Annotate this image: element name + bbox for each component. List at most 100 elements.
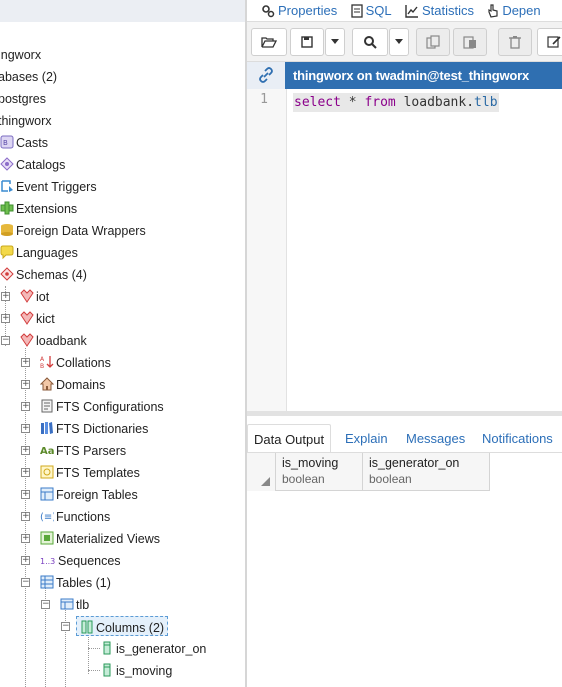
tree-node-schemas[interactable]: Schemas (4)	[0, 264, 87, 284]
save-button[interactable]	[290, 28, 324, 56]
expand-materialized-views-toggle[interactable]: +	[21, 534, 30, 543]
delete-button[interactable]	[498, 28, 532, 56]
tree-node-foreign-tables[interactable]: Foreign Tables	[40, 484, 138, 504]
tree-node-tables[interactable]: Tables (1)	[40, 572, 111, 592]
pencil-icon	[547, 36, 561, 48]
data-output-grid: is_moving boolean is_generator_on boolea…	[247, 453, 562, 687]
collapse-columns-toggle[interactable]: −	[61, 622, 70, 631]
tree-node-schema-kict[interactable]: kict	[20, 308, 55, 328]
tree-node-foreign-data-wrappers[interactable]: Foreign Data Wrappers	[0, 220, 146, 240]
link-icon	[259, 67, 273, 83]
grid-column-header[interactable]: is_generator_on boolean	[363, 453, 490, 491]
domain-icon	[39, 376, 55, 391]
tab-sql[interactable]: SQL	[346, 0, 397, 21]
tree-node-columns[interactable]: Columns (2)	[76, 616, 169, 636]
expand-fts-dictionaries-toggle[interactable]: +	[21, 424, 30, 433]
tab-explain[interactable]: Explain	[339, 424, 394, 452]
tree-node-postgres[interactable]: postgres	[0, 88, 46, 108]
tree-node-schema-iot[interactable]: iot	[20, 286, 49, 306]
svg-text:(≡): (≡)	[40, 512, 54, 523]
tab-notifications[interactable]: Notifications	[476, 424, 559, 452]
collapse-tables-toggle[interactable]: −	[21, 578, 30, 587]
caret-down-icon	[395, 39, 403, 44]
paste-button[interactable]	[453, 28, 487, 56]
tree-node-casts[interactable]: B Casts	[0, 132, 48, 152]
trash-icon	[509, 36, 521, 49]
tab-dependencies[interactable]: Depen	[482, 0, 545, 21]
tree-node-materialized-views[interactable]: Materialized Views	[40, 528, 160, 548]
expand-fts-configurations-toggle[interactable]: +	[21, 402, 30, 411]
tables-icon	[40, 575, 54, 589]
expand-fts-templates-toggle[interactable]: +	[21, 468, 30, 477]
sql-editor[interactable]: 1 select * from loadbank.tlb	[247, 89, 562, 411]
collation-icon: AB	[40, 355, 54, 370]
grid-corner[interactable]	[247, 453, 276, 491]
open-file-button[interactable]	[251, 28, 287, 56]
grid-column-header[interactable]: is_moving boolean	[276, 453, 363, 491]
expand-foreign-tables-toggle[interactable]: +	[21, 490, 30, 499]
tree-node-functions[interactable]: (≡)Functions	[40, 506, 110, 526]
floppy-disk-icon	[301, 36, 313, 48]
tree-node-column-is-moving[interactable]: is_moving	[100, 660, 172, 680]
expand-domains-toggle[interactable]: +	[21, 380, 30, 389]
expand-sequences-toggle[interactable]: +	[21, 556, 30, 565]
tab-messages[interactable]: Messages	[400, 424, 471, 452]
tree-header-bar	[0, 0, 245, 22]
connection-status-button[interactable]	[247, 62, 285, 89]
edit-button[interactable]	[537, 28, 562, 56]
tree-node-column-is-generator-on[interactable]: is_generator_on	[100, 638, 206, 658]
tree-node-thingworx[interactable]: thingworx	[0, 110, 52, 130]
tree-node-event-triggers[interactable]: Event Triggers	[0, 176, 97, 196]
find-button[interactable]	[352, 28, 388, 56]
tab-properties[interactable]: Properties	[256, 0, 342, 21]
fts-parser-icon: Aa	[40, 443, 55, 457]
tree-node-fts-templates[interactable]: FTS Templates	[40, 462, 140, 482]
tree-node-table-tlb[interactable]: tlb	[60, 594, 89, 614]
object-browser-tree: ingworx abases (2) postgres thingworx BC…	[0, 0, 245, 687]
schema-icon	[20, 310, 34, 325]
tree-node-schema-loadbank[interactable]: loadbank	[20, 330, 87, 350]
expand-fts-parsers-toggle[interactable]: +	[21, 446, 30, 455]
casts-icon: B	[0, 135, 14, 149]
tab-data-output[interactable]: Data Output	[247, 424, 332, 452]
expand-iot-toggle[interactable]: +	[1, 292, 10, 301]
tree-node-languages[interactable]: Languages	[0, 242, 78, 262]
expand-kict-toggle[interactable]: +	[1, 314, 10, 323]
chart-icon	[405, 4, 418, 18]
tree-node-server-group[interactable]: ingworx	[0, 44, 41, 64]
tree-node-fts-parsers[interactable]: Aa FTS Parsers	[40, 440, 126, 460]
collapse-loadbank-toggle[interactable]: −	[1, 336, 10, 345]
copy-button[interactable]	[416, 28, 450, 56]
expand-collations-toggle[interactable]: +	[21, 358, 30, 367]
materialized-view-icon	[40, 531, 54, 545]
save-dropdown-button[interactable]	[325, 28, 345, 56]
copy-icon	[426, 35, 440, 49]
output-tab-bar: Data Output Explain Messages Notificatio…	[247, 416, 562, 453]
connection-bar: thingworx on twadmin@test_thingworx	[247, 62, 562, 89]
columns-icon	[80, 620, 94, 634]
line-number-gutter: 1	[247, 89, 287, 411]
tree-node-fts-configurations[interactable]: FTS Configurations	[40, 396, 164, 416]
tree-node-extensions[interactable]: Extensions	[0, 198, 77, 218]
schema-icon	[20, 288, 34, 303]
tree-node-catalogs[interactable]: Catalogs	[0, 154, 65, 174]
tree-node-databases[interactable]: abases (2)	[0, 66, 57, 86]
svg-text:1..3: 1..3	[40, 557, 55, 566]
fts-dictionary-icon	[40, 421, 54, 435]
tree-node-fts-dictionaries[interactable]: FTS Dictionaries	[40, 418, 148, 438]
expand-functions-toggle[interactable]: +	[21, 512, 30, 521]
event-trigger-icon	[0, 179, 14, 193]
collapse-tlb-toggle[interactable]: −	[41, 600, 50, 609]
tree-node-domains[interactable]: Domains	[39, 374, 105, 394]
schema-icon	[20, 332, 34, 347]
function-icon: (≡)	[40, 509, 56, 523]
tab-statistics[interactable]: Statistics	[400, 0, 479, 21]
sql-query-line[interactable]: select * from loadbank.tlb	[293, 93, 499, 112]
tree-node-collations[interactable]: A B Collations	[40, 352, 111, 372]
find-dropdown-button[interactable]	[389, 28, 409, 56]
sort-triangle-icon	[261, 477, 270, 486]
gears-icon	[262, 4, 275, 17]
tree-node-sequences[interactable]: 1..3 Sequences	[40, 550, 121, 570]
search-icon	[364, 36, 377, 49]
column-icon	[100, 663, 114, 677]
